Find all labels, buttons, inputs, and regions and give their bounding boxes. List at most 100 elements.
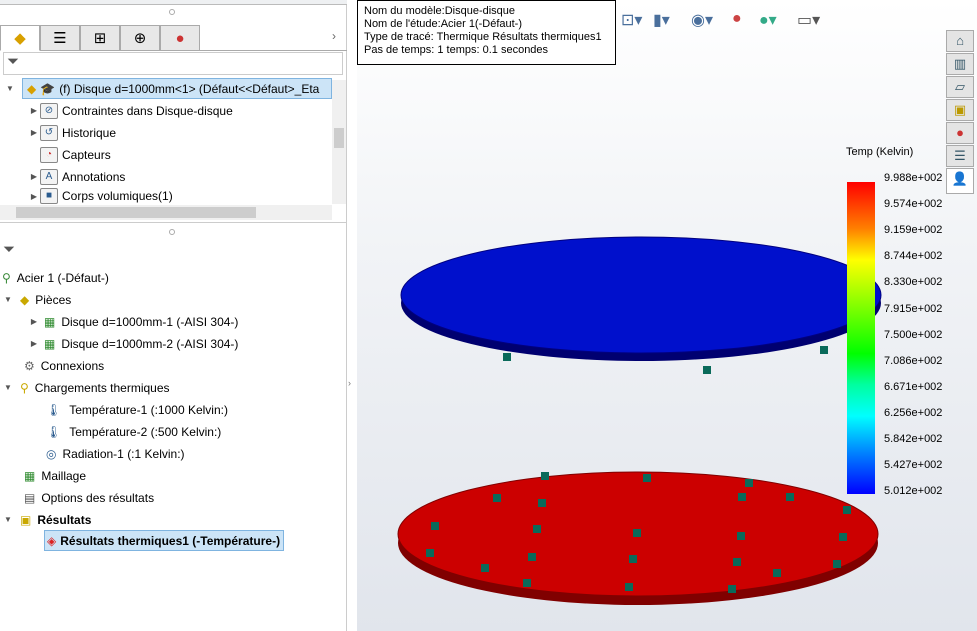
filter-icon: ⏷ — [3, 241, 16, 258]
part-icon: ◆ — [27, 81, 37, 96]
library-icon: ▥ — [953, 56, 967, 71]
mesh-sensor-marker — [538, 499, 546, 507]
legend-tick-label: 5.427e+002 — [884, 459, 943, 472]
mesh-icon: ▦ — [24, 468, 36, 483]
parts-icon: ◆ — [20, 292, 30, 307]
horizontal-scrollbar[interactable] — [0, 205, 332, 220]
filter-box-bottom[interactable]: ⏷ — [0, 241, 340, 264]
mesh-sensor-marker — [737, 532, 745, 540]
loads-item[interactable]: ▼ ⚲ Chargements thermiques — [2, 377, 170, 398]
mesh-sensor-marker — [643, 474, 651, 482]
tree-item[interactable]: ▶ A Annotations — [28, 166, 125, 187]
mesh-sensor-marker — [738, 493, 746, 501]
mesh-sensor-marker — [728, 585, 736, 593]
task-home-tab[interactable]: ⌂ — [946, 30, 974, 52]
config-tree-icon: ⊞ — [93, 30, 107, 47]
tab-configuration-manager[interactable]: ⊞ — [80, 25, 120, 51]
legend-tick-label: 8.330e+002 — [884, 276, 943, 289]
tab-property-manager[interactable]: ☰ — [40, 25, 80, 51]
collapse-arrow-icon[interactable]: › — [348, 378, 351, 388]
plot-info-box: Nom du modèle:Disque-disque Nom de l'étu… — [357, 0, 616, 65]
splitter-handle[interactable] — [169, 229, 175, 235]
connections-icon: ⚙ — [24, 358, 35, 373]
file-explorer-tab[interactable]: ▱ — [946, 76, 974, 98]
graphics-viewport[interactable]: ⌕ ✎ ◧ ✧ ⊡▾ ▮▾ ◉▾ ● ●▾ ▭▾ Nom du modèle:D… — [357, 0, 977, 631]
color-ball-icon: ● — [175, 29, 185, 47]
appearances-tab[interactable]: ● — [946, 122, 974, 144]
tab-dimxpert[interactable]: ⊕ — [120, 25, 160, 51]
tree-root[interactable]: ◆ 🎓 (f) Disque d=1000mm<1> (Défaut<<Défaut… — [22, 78, 332, 99]
panel-top-border — [0, 0, 347, 5]
vertical-scrollbar[interactable] — [332, 80, 346, 204]
user-icon: 👤 — [951, 171, 969, 186]
mesh-sensor-marker — [541, 472, 549, 480]
load-item[interactable]: 🌡 Température-1 (:1000 Kelvin:) — [46, 399, 228, 420]
legend-tick-label: 5.842e+002 — [884, 433, 943, 445]
legend-title: Temp (Kelvin) — [846, 146, 914, 158]
mesh-sensor-marker — [703, 366, 711, 374]
legend-tick-label: 6.671e+002 — [884, 380, 943, 393]
collapse-arrow[interactable]: ▼ — [6, 84, 14, 93]
splitter-handle[interactable] — [169, 9, 175, 15]
model-view — [397, 236, 882, 605]
legend-tick-label: 9.988e+002 — [884, 172, 943, 184]
radiation-icon: ◎ — [46, 446, 57, 461]
filter-icon: ⏷ — [7, 53, 20, 70]
filter-box-top[interactable]: ⏷ — [3, 52, 343, 75]
top-disk — [400, 236, 882, 354]
tree-item[interactable]: ◔ Capteurs — [28, 144, 111, 165]
legend-tick-label: 7.915e+002 — [884, 302, 943, 315]
mesh-sensor-marker — [503, 353, 511, 361]
list-icon: ☰ — [53, 30, 67, 47]
legend-tick-label: 9.574e+002 — [884, 198, 943, 211]
chevron-right-icon[interactable]: › — [332, 29, 336, 43]
tree-item[interactable]: ▶ ■ Corps volumiques(1) — [28, 188, 173, 204]
legend-tick-label: 8.744e+002 — [884, 250, 943, 263]
mesh-sensor-marker — [745, 479, 753, 487]
results-item[interactable]: ▼ ▣ Résultats — [2, 509, 91, 530]
mesh-sensor-marker — [633, 529, 641, 537]
annotation-folder-icon: A — [40, 168, 58, 185]
options-item[interactable]: ▤ Options des résultats — [24, 487, 154, 508]
legend-tick-label: 6.256e+002 — [884, 406, 943, 419]
study-item[interactable]: ⚲ Acier 1 (-Défaut-) — [2, 267, 109, 288]
tree-item[interactable]: ▶ ⊘ Contraintes dans Disque-disque — [28, 100, 233, 121]
connexions-item[interactable]: ⚙ Connexions — [14, 355, 104, 376]
legend-tick-label: 7.500e+002 — [884, 328, 943, 341]
mesh-sensor-marker — [533, 525, 541, 533]
mesh-sensor-marker — [426, 549, 434, 557]
mesh-sensor-marker — [528, 553, 536, 561]
mesh-sensor-marker — [773, 569, 781, 577]
panel-splitter[interactable]: › — [347, 0, 357, 631]
mesh-sensor-marker — [481, 564, 489, 572]
tree-item[interactable]: ▶ ↺ Historique — [28, 122, 116, 143]
mesh-sensor-marker — [786, 493, 794, 501]
legend-tick-label: 7.086e+002 — [884, 354, 943, 367]
result-plot-item[interactable]: ◈ Résultats thermiques1 (-Température-) — [44, 530, 285, 551]
results-folder-icon: ▣ — [20, 512, 32, 527]
appearance-ball-icon: ● — [956, 125, 964, 140]
properties-icon: ☰ — [954, 148, 966, 163]
meshed-part-icon: ▦ — [44, 336, 56, 351]
piece-item[interactable]: ▶ ▦ Disque d=1000mm-2 (-AISI 304-) — [28, 333, 239, 354]
mesh-sensor-marker — [523, 579, 531, 587]
mates-folder-icon: ⊘ — [40, 102, 58, 119]
piece-item[interactable]: ▶ ▦ Disque d=1000mm-1 (-AISI 304-) — [28, 311, 239, 332]
folder-icon: ▱ — [955, 79, 965, 94]
pieces-item[interactable]: ▼ ◆ Pièces — [2, 289, 71, 310]
tab-feature-manager[interactable]: ◆ — [0, 25, 40, 51]
tab-display-manager[interactable]: ● — [160, 25, 200, 51]
forum-tab[interactable]: 👤 — [946, 168, 974, 194]
mesh-item[interactable]: ▦ Maillage — [24, 465, 86, 486]
design-library-tab[interactable]: ▥ — [946, 53, 974, 75]
mesh-sensor-marker — [493, 494, 501, 502]
custom-properties-tab[interactable]: ☰ — [946, 145, 974, 167]
load-item[interactable]: ◎ Radiation-1 (:1 Kelvin:) — [46, 443, 185, 464]
view-palette-tab[interactable]: ▣ — [946, 99, 974, 121]
crosshair-icon: ⊕ — [133, 30, 147, 47]
mesh-sensor-marker — [431, 522, 439, 530]
history-folder-icon: ↺ — [40, 124, 58, 141]
thermometer-icon: 🌡 — [46, 424, 62, 439]
load-item[interactable]: 🌡 Température-2 (:500 Kelvin:) — [46, 421, 221, 442]
options-icon: ▤ — [24, 490, 36, 505]
